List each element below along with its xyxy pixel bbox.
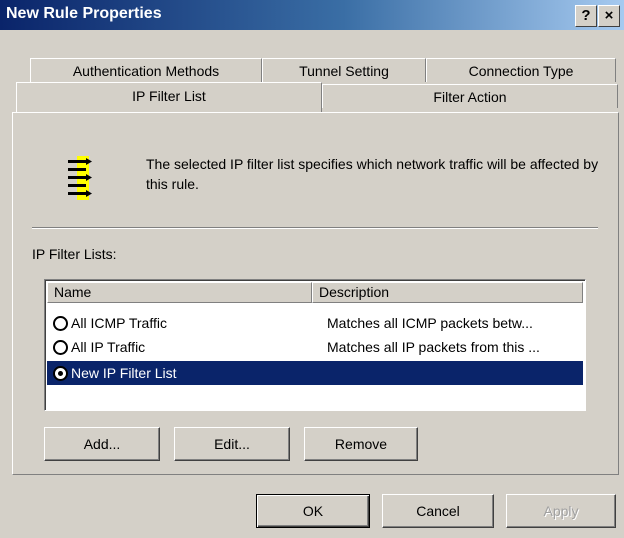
- column-header-description[interactable]: Description: [312, 282, 583, 303]
- tab-connection-type[interactable]: Connection Type: [426, 58, 616, 82]
- radio-icon[interactable]: [53, 340, 68, 355]
- list-item-name: All ICMP Traffic: [71, 315, 167, 331]
- tab-authentication-methods[interactable]: Authentication Methods: [30, 58, 262, 82]
- list-item[interactable]: All IP Traffic Matches all IP packets fr…: [47, 335, 583, 359]
- apply-button[interactable]: Apply: [506, 494, 616, 528]
- separator: [32, 227, 598, 229]
- ok-button[interactable]: OK: [256, 494, 370, 528]
- remove-button[interactable]: Remove: [304, 427, 418, 461]
- list-item-selected[interactable]: New IP Filter List: [47, 361, 583, 385]
- filter-lists-label: IP Filter Lists:: [32, 246, 117, 262]
- cancel-button[interactable]: Cancel: [382, 494, 494, 528]
- radio-icon[interactable]: [53, 316, 68, 331]
- edit-button[interactable]: Edit...: [174, 427, 290, 461]
- list-item[interactable]: All ICMP Traffic Matches all ICMP packet…: [47, 311, 583, 335]
- window-title: New Rule Properties: [6, 5, 162, 22]
- radio-checked-icon[interactable]: [53, 366, 68, 381]
- list-item-description: Matches all IP packets from this ...: [327, 339, 540, 355]
- tab-ip-filter-list[interactable]: IP Filter List: [16, 82, 322, 112]
- close-button[interactable]: ×: [598, 5, 620, 27]
- description-text: The selected IP filter list specifies wh…: [146, 156, 599, 192]
- column-header-name[interactable]: Name: [47, 282, 312, 303]
- add-button[interactable]: Add...: [44, 427, 160, 461]
- help-button[interactable]: ?: [575, 5, 597, 27]
- list-item-description: Matches all ICMP packets betw...: [327, 315, 533, 331]
- tab-filter-action[interactable]: Filter Action: [322, 84, 618, 108]
- list-item-name: New IP Filter List: [71, 365, 177, 381]
- list-item-name: All IP Traffic: [71, 339, 146, 355]
- tab-tunnel-setting[interactable]: Tunnel Setting: [262, 58, 426, 82]
- filter-list-icon: [60, 152, 100, 207]
- filter-list-box[interactable]: Name Description All ICMP Traffic Matche…: [44, 279, 586, 411]
